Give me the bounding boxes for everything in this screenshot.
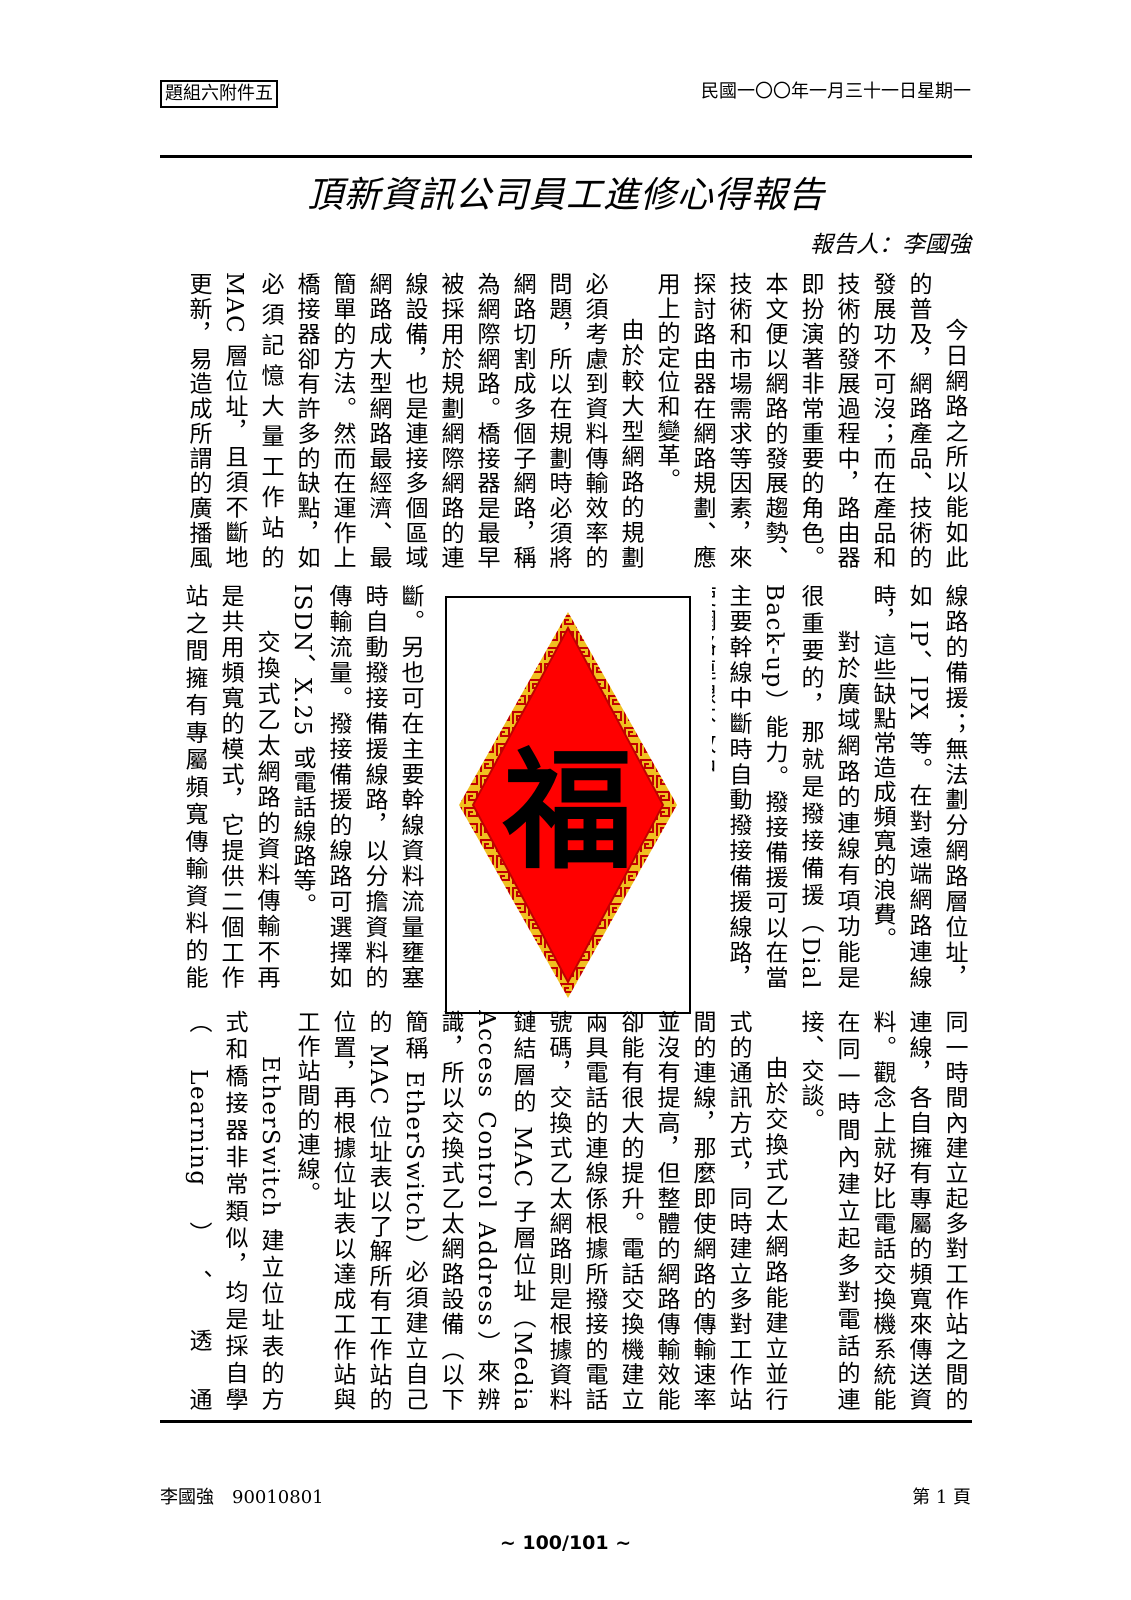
text-block-top: 今日網路之所以能如此的普及，網路產品、技術的發展功不可沒；而在產品和技術的發展過… xyxy=(180,272,972,570)
paragraph-parallel-comm: 由於交換式乙太網路能建立並行式的通訊方式，同時建立多對工作站間的連線，那麼即使網… xyxy=(293,1010,787,1412)
top-rule xyxy=(160,155,972,158)
fu-charm-image: 福 xyxy=(445,596,691,1014)
report-title: 頂新資訊公司員工進修心得報告 xyxy=(306,175,825,216)
paragraph-dial-backup: 對於廣域網路的連線有項功能是很重要的，那就是撥接備援（Dial Back-up）… xyxy=(712,584,859,990)
attachment-tag: 題組六附件五 xyxy=(160,80,278,108)
footer-page: 第 1 頁 xyxy=(912,1487,971,1508)
paragraph-load-sharing: 斷。另也可在主要幹線資料流量壅塞時自動撥接備援線路，以分擔資料的傳輸流量。撥接備… xyxy=(289,584,423,990)
paragraph-backup-lines: 線路的備援；無法劃分網路層位址，如 IP、IPX 等。在對遠端網路連線時，這些缺… xyxy=(869,584,967,990)
text-block-bottom: 同一時間內建立起多對工作站之間的連線，各自擁有專屬的頻寬來傳送資料。觀念上就好比… xyxy=(180,1010,972,1412)
paragraph-intro: 今日網路之所以能如此的普及，網路產品、技術的發展功不可沒；而在產品和技術的發展過… xyxy=(653,272,967,570)
paragraph-etherswitch: EtherSwitch 建立位址表的方式和橋接器非常類似，均是採自學（Learn… xyxy=(185,1010,283,1412)
report-author: 報告人：李國強 xyxy=(810,232,971,258)
paragraph-bridge: 由於較大型網路的規劃必須考慮到資料傳輸效率的問題，所以在規劃時必須將網路切割成多… xyxy=(185,272,643,570)
header-date: 民國一〇〇年一月三十一日星期一 xyxy=(701,81,971,102)
text-block-mid-left: 斷。另也可在主要幹線資料流量壅塞時自動撥接備援線路，以分擔資料的傳輸流量。撥接備… xyxy=(180,584,428,990)
document-page-number: ~ 100/101 ~ xyxy=(499,1532,632,1554)
bottom-rule xyxy=(160,1420,972,1423)
paragraph-switched-ethernet: 交換式乙太網路的資料傳輸不再是共用頻寬的模式，它提供二個工作站之間擁有專屬頻寬傳… xyxy=(181,584,279,990)
footer-author: 李國強 90010801 xyxy=(160,1487,324,1508)
fu-character: 福 xyxy=(502,734,633,887)
text-block-mid-right: 線路的備援；無法劃分網路層位址，如 IP、IPX 等。在對遠端網路連線時，這些缺… xyxy=(712,584,972,990)
fu-diamond-icon: 福 xyxy=(459,612,677,998)
paragraph-dedicated-bandwidth: 同一時間內建立起多對工作站之間的連線，各自擁有專屬的頻寬來傳送資料。觀念上就好比… xyxy=(797,1010,967,1412)
